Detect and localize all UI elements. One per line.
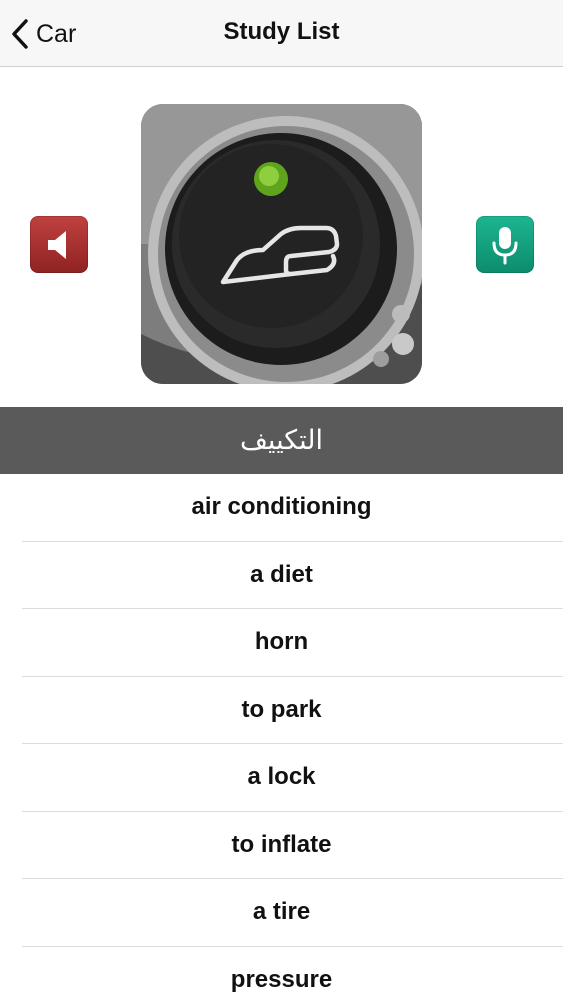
list-item-label: to park (241, 695, 322, 723)
list-item-label: a diet (250, 560, 313, 588)
list-item[interactable]: to inflate (22, 812, 563, 879)
navigation-bar: Car Study List (0, 0, 563, 67)
list-item[interactable]: to park (22, 677, 563, 744)
list-item[interactable]: air conditioning (22, 474, 563, 542)
list-item-label: a lock (247, 763, 316, 791)
list-item-label: pressure (230, 965, 333, 993)
play-sound-button[interactable] (30, 216, 88, 273)
term-banner: التكييف (0, 407, 563, 474)
translation-list: air conditioning a diet horn to park a l… (0, 474, 563, 1000)
list-item-label: horn (254, 628, 309, 656)
air-recirculation-button-photo (141, 104, 422, 384)
microphone-icon (492, 226, 518, 264)
record-voice-button[interactable] (476, 216, 534, 273)
term-image (141, 104, 422, 384)
speaker-icon (48, 230, 66, 259)
list-item[interactable]: a lock (22, 744, 563, 812)
list-item-label: to inflate (231, 830, 332, 858)
list-item[interactable]: a diet (22, 542, 563, 609)
list-item-label: a tire (252, 898, 311, 926)
list-item[interactable]: a tire (22, 879, 563, 947)
flashcard-media (0, 67, 563, 407)
page-title: Study List (223, 18, 340, 45)
list-item[interactable]: horn (22, 609, 563, 677)
term-text: التكييف (239, 425, 324, 456)
list-item[interactable]: pressure (22, 947, 563, 1000)
list-item-label: air conditioning (191, 493, 372, 521)
